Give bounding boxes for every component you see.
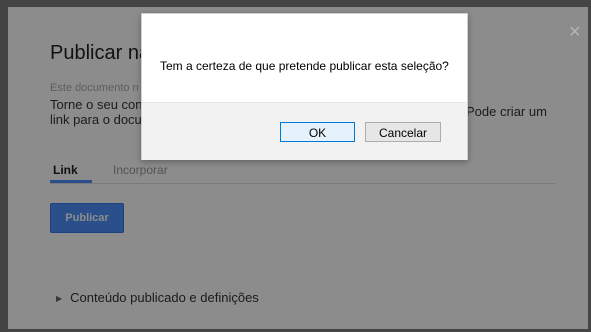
confirm-message: Tem a certeza de que pretende publicar e… bbox=[160, 59, 449, 73]
ok-button[interactable]: OK bbox=[280, 122, 355, 142]
cancel-button[interactable]: Cancelar bbox=[365, 122, 441, 142]
confirm-dialog: Tem a certeza de que pretende publicar e… bbox=[141, 13, 468, 160]
confirm-dialog-body bbox=[142, 14, 467, 102]
close-icon[interactable]: × bbox=[569, 22, 581, 42]
